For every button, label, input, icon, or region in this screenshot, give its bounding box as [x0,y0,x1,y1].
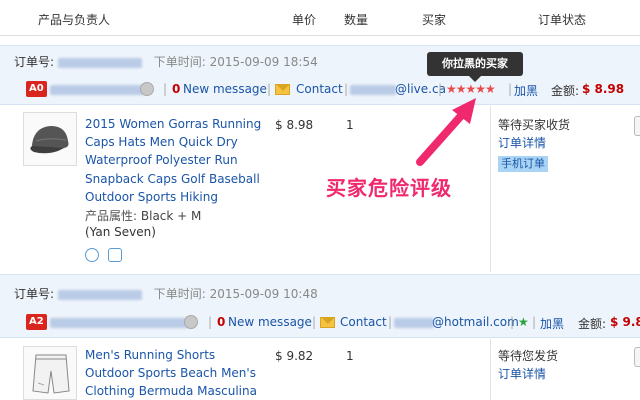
table-header: 产品与负责人 单价 数量 买家 订单状态 [0,0,640,36]
buyer-name-blurred [50,85,144,95]
order-no-label: 订单号: [14,55,55,69]
mobile-order-tag: 手机订单 [498,156,548,172]
quantity: 1 [346,118,354,132]
product-title-link[interactable]: 2015 Women Gorras Running Caps Hats Men … [85,115,265,206]
annotation-label: 买家危险评级 [326,176,452,200]
col-buyer: 买家 [422,13,447,27]
order-header: 订单号: 下单时间: 2015-09-09 10:48 A2 | 0 New m… [0,274,640,338]
amount-value: $ 9.82 [610,315,640,329]
order-no-label: 订单号: [14,287,55,301]
buyer-level-badge: A2 [26,314,47,330]
order-no-blurred [57,57,142,68]
order-item: Men's Running Shorts Outdoor Sports Beac… [0,339,640,400]
col-status: 订单状态 [538,13,587,27]
product-thumbnail[interactable] [23,346,77,400]
product-title-link[interactable]: Men's Running Shorts Outdoor Sports Beac… [85,346,265,400]
blacklist-tooltip: 你拉黑的买家 [427,52,523,82]
order-item: 2015 Women Gorras Running Caps Hats Men … [0,106,640,272]
contact-link[interactable]: Contact [296,82,343,96]
blacklist-link[interactable]: 加黑 [514,82,538,99]
col-product: 产品与负责人 [38,13,111,27]
buyer-email[interactable]: @hotmail.com [432,315,519,329]
amount-value: $ 8.98 [582,82,625,96]
buyer-name-blurred [50,318,190,328]
order-status: 等待买家收货 [498,118,571,132]
email-blurred [350,85,396,95]
shorts-image [32,354,70,394]
unit-price: $ 8.98 [275,118,314,132]
buyer-name: (Yan Seven) [85,225,156,239]
email-blurred [394,318,434,328]
contact-link[interactable]: Contact [340,315,387,329]
unread-count: 0 [172,82,181,96]
amount-label: 金额: [578,317,607,331]
amount-label: 金额: [551,84,580,98]
order-detail-link[interactable]: 订单详情 [498,134,570,152]
unit-price: $ 9.82 [275,349,314,363]
col-price: 单价 [292,13,317,27]
attr-label: 产品属性: [85,209,138,223]
order-time-label: 下单时间: [153,55,206,69]
risk-star-rating[interactable]: ★ [518,315,529,329]
attr-value: Black + M [140,209,202,223]
messenger-icon[interactable] [184,315,198,329]
envelope-icon[interactable] [320,317,335,328]
col-qty: 数量 [344,13,369,27]
buyer-level-badge: A0 [26,81,47,97]
order-time: 2015-09-09 18:54 [209,55,318,69]
order-no-blurred [57,289,142,300]
messenger-icon[interactable] [140,82,154,96]
unread-count: 0 [217,315,226,329]
risk-star-rating[interactable]: ★★★★★ [446,82,496,96]
refresh-icon[interactable] [108,248,122,262]
order-status: 等待您发货 [498,349,559,363]
new-message-link[interactable]: New message [183,82,267,96]
clock-icon[interactable] [85,248,99,262]
order-header: 订单号: 下单时间: 2015-09-09 18:54 A0 | 0 New m… [0,45,640,105]
new-message-link[interactable]: New message [228,315,312,329]
product-thumbnail[interactable] [23,112,77,166]
envelope-icon[interactable] [275,84,290,95]
action-button[interactable] [634,116,640,136]
order-detail-link[interactable]: 订单详情 [498,365,558,383]
action-button[interactable] [634,347,640,367]
cap-image [30,126,69,154]
order-time: 2015-09-09 10:48 [209,287,318,301]
quantity: 1 [346,349,354,363]
order-time-label: 下单时间: [153,287,206,301]
blacklist-link[interactable]: 加黑 [540,315,564,332]
